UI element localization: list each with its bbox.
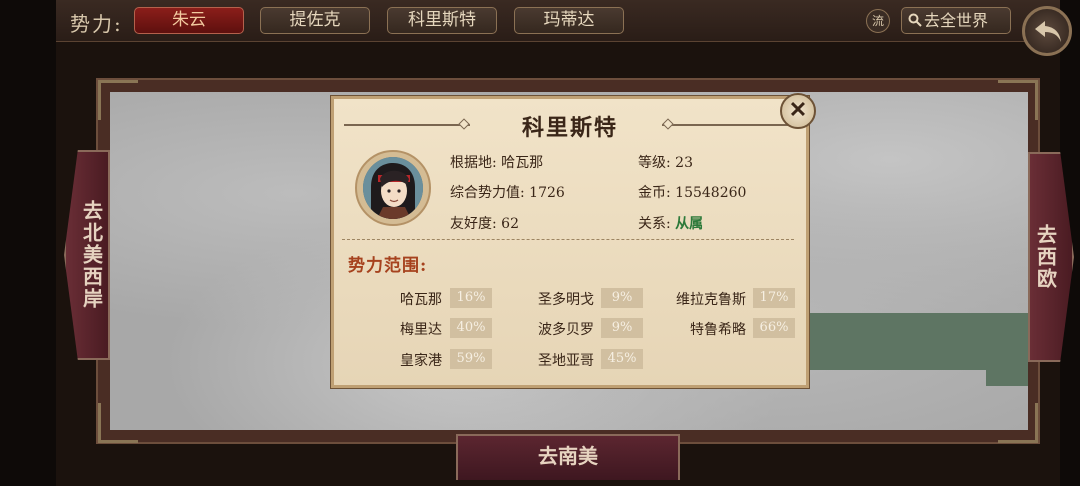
world-button[interactable]: 去全世界	[901, 7, 1011, 34]
region-name: 哈瓦那	[400, 292, 442, 308]
close-icon: ✕	[788, 97, 808, 123]
world-button-label: 去全世界	[924, 11, 989, 30]
level-value: 23	[675, 155, 693, 171]
divider	[342, 239, 794, 240]
scope-title: 势力范围:	[348, 256, 428, 276]
base-label: 根据地:	[450, 155, 497, 171]
frame-corner	[998, 80, 1038, 120]
tab-madida[interactable]: 玛蒂达	[514, 7, 624, 34]
region-name: 特鲁希略	[690, 322, 746, 338]
back-arrow-icon	[1035, 21, 1061, 42]
faction-label: 势力:	[70, 12, 123, 36]
friendship-value: 62	[501, 216, 519, 232]
popup-title: 科里斯特	[521, 115, 618, 141]
level-label: 等级:	[638, 155, 671, 171]
power-value: 1726	[529, 185, 565, 201]
relation-row: 关系: 从属	[638, 213, 703, 233]
region-name: 圣地亚哥	[538, 353, 594, 369]
region-pct: 17%	[753, 288, 795, 308]
power-row: 综合势力值: 1726	[450, 182, 565, 202]
gold-label: 金币:	[638, 185, 671, 201]
base-row: 根据地: 哈瓦那	[450, 152, 543, 172]
go-na-west-button[interactable]: 去北美西岸	[64, 150, 110, 360]
gold-row: 金币: 15548260	[638, 182, 746, 202]
region-name: 圣多明戈	[538, 292, 594, 308]
back-button[interactable]	[1022, 6, 1072, 56]
left-edge	[0, 0, 56, 486]
close-button[interactable]: ✕	[780, 93, 816, 129]
relation-label: 关系:	[638, 216, 671, 232]
friendship-row: 友好度: 62	[450, 213, 519, 233]
level-row: 等级: 23	[638, 152, 693, 172]
go-south-america-button[interactable]: 去南美	[456, 434, 680, 480]
region-name: 波多贝罗	[538, 322, 594, 338]
frame-corner	[98, 80, 138, 120]
search-icon	[908, 9, 922, 34]
region-name: 梅里达	[400, 322, 442, 338]
base-value: 哈瓦那	[501, 155, 544, 171]
region-name: 维拉克鲁斯	[676, 292, 746, 308]
liu-button[interactable]: 流	[866, 9, 890, 33]
tab-zhuyun[interactable]: 朱云	[134, 7, 244, 34]
relation-value: 从属	[675, 216, 704, 232]
frame-corner	[998, 403, 1038, 443]
region-pct: 9%	[601, 318, 643, 338]
region-pct: 59%	[450, 349, 492, 369]
map-land-region	[986, 360, 1028, 386]
region-pct: 45%	[601, 349, 643, 369]
friendship-label: 友好度:	[450, 216, 497, 232]
region-pct: 9%	[601, 288, 643, 308]
tab-tizuoke[interactable]: 提佐克	[260, 7, 370, 34]
region-pct: 66%	[753, 318, 795, 338]
frame-corner	[98, 403, 138, 443]
region-name: 皇家港	[400, 353, 442, 369]
gold-value: 15548260	[675, 185, 747, 201]
avatar	[363, 157, 423, 219]
power-label: 综合势力值:	[450, 185, 525, 201]
region-pct: 16%	[450, 288, 492, 308]
tab-kelisite[interactable]: 科里斯特	[387, 7, 497, 34]
region-pct: 40%	[450, 318, 492, 338]
